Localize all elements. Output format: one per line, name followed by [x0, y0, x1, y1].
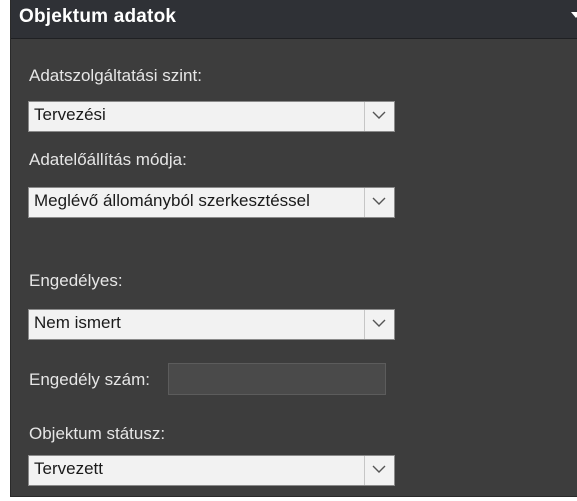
panel-header[interactable]: Objektum adatok: [11, 0, 577, 39]
licensed-value: Nem ismert: [34, 313, 121, 332]
licensed-label: Engedélyes:: [29, 271, 123, 290]
license-number-input[interactable]: [168, 363, 386, 395]
production-mode-value: Meglévő állományból szerkesztéssel: [34, 191, 310, 210]
object-status-label: Objektum státusz:: [29, 424, 166, 443]
panel-title: Objektum adatok: [19, 6, 177, 27]
chevron-down-icon: [372, 319, 386, 327]
chevron-down-icon: [372, 465, 386, 473]
service-level-label: Adatszolgáltatási szint:: [29, 66, 202, 85]
licensed-select[interactable]: Nem ismert: [28, 309, 395, 340]
production-mode-select[interactable]: Meglévő állományból szerkesztéssel: [28, 187, 395, 218]
production-mode-dropdown-button[interactable]: [364, 188, 394, 217]
object-status-value: Tervezett: [34, 459, 103, 478]
chevron-down-icon[interactable]: [570, 8, 577, 20]
service-level-value: Tervezési: [34, 105, 106, 124]
object-data-panel: Objektum adatok Adatszolgáltatási szint:…: [10, 0, 577, 497]
object-status-dropdown-button[interactable]: [364, 456, 394, 485]
service-level-dropdown-button[interactable]: [364, 102, 394, 131]
licensed-dropdown-button[interactable]: [364, 310, 394, 339]
license-number-label: Engedély szám:: [29, 370, 150, 389]
production-mode-label: Adatelőállítás módja:: [29, 150, 187, 169]
chevron-down-icon: [372, 111, 386, 119]
object-status-select[interactable]: Tervezett: [28, 455, 395, 486]
service-level-select[interactable]: Tervezési: [28, 101, 395, 132]
chevron-down-icon: [372, 197, 386, 205]
